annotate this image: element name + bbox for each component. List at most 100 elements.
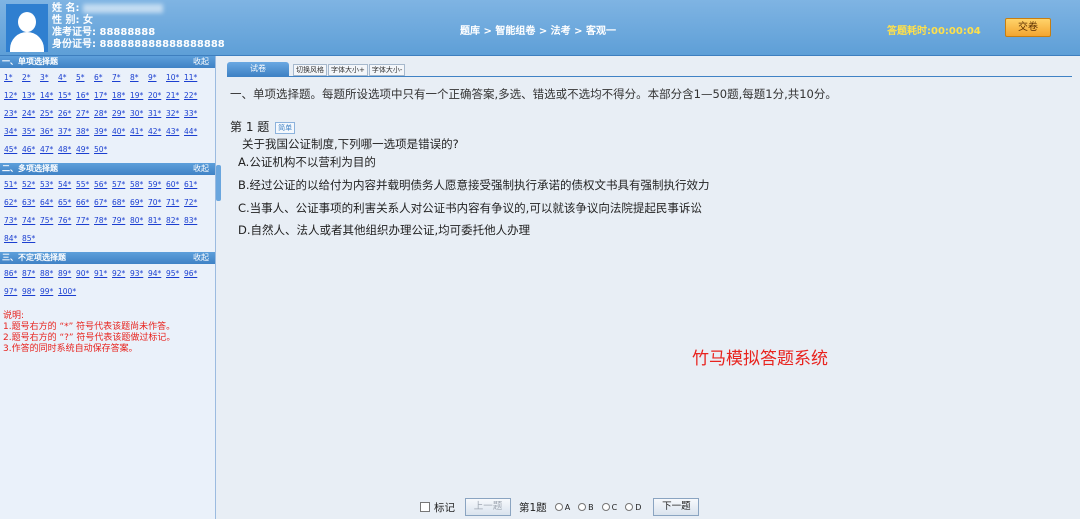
- question-link[interactable]: 36*: [38, 125, 56, 139]
- question-link[interactable]: 66*: [74, 196, 92, 210]
- question-link[interactable]: 15*: [56, 89, 74, 103]
- question-link[interactable]: 69*: [128, 196, 146, 210]
- question-link[interactable]: 65*: [56, 196, 74, 210]
- question-link[interactable]: 42*: [146, 125, 164, 139]
- question-link[interactable]: 39*: [92, 125, 110, 139]
- question-link[interactable]: 32*: [164, 107, 182, 121]
- question-link[interactable]: 48*: [56, 143, 74, 157]
- question-link[interactable]: 41*: [128, 125, 146, 139]
- collapse-button[interactable]: 收起: [193, 252, 209, 264]
- collapse-button[interactable]: 收起: [193, 56, 209, 68]
- question-link[interactable]: 72*: [182, 196, 200, 210]
- question-link[interactable]: 70*: [146, 196, 164, 210]
- question-link[interactable]: 17*: [92, 89, 110, 103]
- option-d[interactable]: D.自然人、法人或者其他组织办理公证,均可委托他人办理: [238, 222, 530, 238]
- question-link[interactable]: 45*: [2, 143, 20, 157]
- question-link[interactable]: 100*: [56, 285, 76, 299]
- question-link[interactable]: 5*: [74, 71, 92, 85]
- choice-b[interactable]: B: [578, 503, 594, 512]
- switch-style-button[interactable]: 切换风格: [293, 64, 327, 76]
- question-link[interactable]: 87*: [20, 267, 38, 281]
- question-link[interactable]: 3*: [38, 71, 56, 85]
- question-link[interactable]: 82*: [164, 214, 182, 228]
- question-link[interactable]: 14*: [38, 89, 56, 103]
- question-link[interactable]: 2*: [20, 71, 38, 85]
- sidebar-toggle-handle[interactable]: [216, 165, 221, 201]
- question-link[interactable]: 20*: [146, 89, 164, 103]
- question-link[interactable]: 12*: [2, 89, 20, 103]
- choice-c[interactable]: C: [601, 503, 617, 512]
- question-link[interactable]: 62*: [2, 196, 20, 210]
- question-link[interactable]: 52*: [20, 178, 38, 192]
- question-link[interactable]: 33*: [182, 107, 200, 121]
- choice-d[interactable]: D: [625, 503, 641, 512]
- choice-a[interactable]: A: [554, 503, 570, 512]
- question-link[interactable]: 19*: [128, 89, 146, 103]
- prev-question-button[interactable]: 上一题: [465, 498, 511, 516]
- question-link[interactable]: 99*: [38, 285, 56, 299]
- question-link[interactable]: 96*: [182, 267, 200, 281]
- question-link[interactable]: 94*: [146, 267, 164, 281]
- question-link[interactable]: 55*: [74, 178, 92, 192]
- question-link[interactable]: 10*: [164, 71, 182, 85]
- question-link[interactable]: 67*: [92, 196, 110, 210]
- question-link[interactable]: 40*: [110, 125, 128, 139]
- question-link[interactable]: 25*: [38, 107, 56, 121]
- question-link[interactable]: 78*: [92, 214, 110, 228]
- question-link[interactable]: 51*: [2, 178, 20, 192]
- question-link[interactable]: 16*: [74, 89, 92, 103]
- question-link[interactable]: 63*: [20, 196, 38, 210]
- question-link[interactable]: 73*: [2, 214, 20, 228]
- question-link[interactable]: 44*: [182, 125, 200, 139]
- question-link[interactable]: 59*: [146, 178, 164, 192]
- question-link[interactable]: 81*: [146, 214, 164, 228]
- option-c[interactable]: C.当事人、公证事项的利害关系人对公证书内容有争议的,可以就该争议向法院提起民事…: [238, 200, 702, 216]
- question-link[interactable]: 43*: [164, 125, 182, 139]
- question-link[interactable]: 91*: [92, 267, 110, 281]
- question-link[interactable]: 76*: [56, 214, 74, 228]
- question-link[interactable]: 27*: [74, 107, 92, 121]
- question-link[interactable]: 88*: [38, 267, 56, 281]
- question-link[interactable]: 8*: [128, 71, 146, 85]
- font-increase-button[interactable]: 字体大小+: [328, 64, 368, 76]
- question-link[interactable]: 26*: [56, 107, 74, 121]
- question-link[interactable]: 54*: [56, 178, 74, 192]
- question-link[interactable]: 22*: [182, 89, 200, 103]
- question-link[interactable]: 97*: [2, 285, 20, 299]
- question-link[interactable]: 68*: [110, 196, 128, 210]
- radio-icon[interactable]: [625, 503, 634, 511]
- question-link[interactable]: 34*: [2, 125, 20, 139]
- radio-icon[interactable]: [554, 503, 563, 511]
- question-link[interactable]: 75*: [38, 214, 56, 228]
- question-link[interactable]: 23*: [2, 107, 20, 121]
- question-link[interactable]: 50*: [92, 143, 110, 157]
- font-decrease-button[interactable]: 字体大小-: [368, 64, 406, 76]
- question-link[interactable]: 9*: [146, 71, 164, 85]
- question-link[interactable]: 29*: [110, 107, 128, 121]
- radio-icon[interactable]: [578, 503, 587, 511]
- question-link[interactable]: 1*: [2, 71, 20, 85]
- question-link[interactable]: 84*: [2, 232, 20, 246]
- question-link[interactable]: 47*: [38, 143, 56, 157]
- tab-paper[interactable]: 试卷: [227, 62, 289, 76]
- question-link[interactable]: 7*: [110, 71, 128, 85]
- question-link[interactable]: 71*: [164, 196, 182, 210]
- question-link[interactable]: 6*: [92, 71, 110, 85]
- question-link[interactable]: 53*: [38, 178, 56, 192]
- submit-exam-button[interactable]: 交卷: [1005, 18, 1051, 37]
- question-link[interactable]: 74*: [20, 214, 38, 228]
- mark-checkbox[interactable]: [420, 502, 430, 512]
- question-link[interactable]: 56*: [92, 178, 110, 192]
- option-a[interactable]: A.公证机构不以营利为目的: [238, 154, 376, 170]
- question-link[interactable]: 83*: [182, 214, 200, 228]
- question-link[interactable]: 90*: [74, 267, 92, 281]
- option-b[interactable]: B.经过公证的以给付为内容并载明债务人愿意接受强制执行承诺的债权文书具有强制执行…: [238, 177, 710, 193]
- question-link[interactable]: 46*: [20, 143, 38, 157]
- question-link[interactable]: 4*: [56, 71, 74, 85]
- question-link[interactable]: 61*: [182, 178, 200, 192]
- question-link[interactable]: 79*: [110, 214, 128, 228]
- question-link[interactable]: 28*: [92, 107, 110, 121]
- question-link[interactable]: 35*: [20, 125, 38, 139]
- question-link[interactable]: 57*: [110, 178, 128, 192]
- radio-icon[interactable]: [601, 503, 610, 511]
